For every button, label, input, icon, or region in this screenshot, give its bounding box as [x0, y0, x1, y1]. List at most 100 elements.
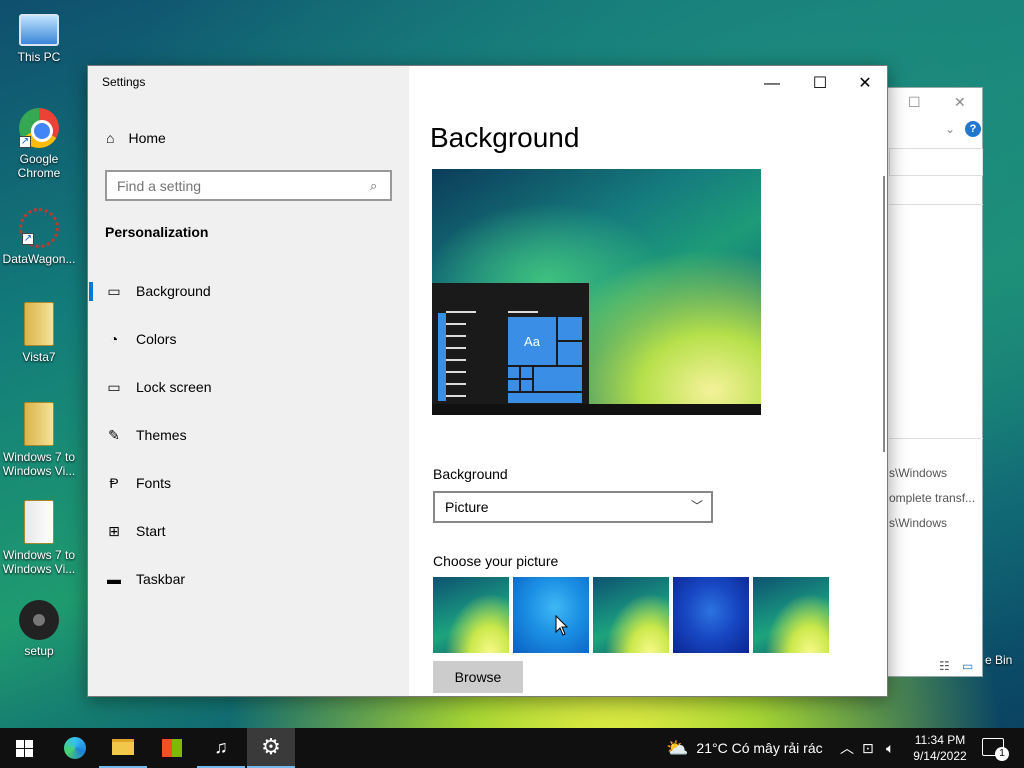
- picture-thumbnail[interactable]: [673, 577, 749, 653]
- setup-disc-icon: [19, 600, 59, 640]
- explorer-path-text: omplete transf...: [889, 491, 976, 505]
- desktop-icon-label: Windows 7 to Windows Vi...: [2, 548, 76, 576]
- desktop-icon-this-pc[interactable]: This PC: [0, 10, 78, 64]
- nav-item-taskbar[interactable]: ▬ Taskbar: [88, 561, 409, 597]
- computer-icon: [19, 14, 59, 46]
- picture-thumbnail[interactable]: [513, 577, 589, 653]
- background-preview: Aa: [432, 169, 761, 415]
- help-icon[interactable]: ?: [965, 121, 981, 137]
- page-title: Background: [430, 122, 580, 153]
- settings-window: Settings ⌂ Home ⌕ Personalization ▭ Back…: [87, 65, 888, 697]
- chrome-icon: ↗: [19, 108, 59, 148]
- clock-date: 9/14/2022: [913, 749, 967, 763]
- nav-item-themes[interactable]: ✎ Themes: [88, 417, 409, 453]
- settings-content-pane: — ☐ ✕ Background Aa Background Picture ﹀…: [409, 66, 887, 696]
- preview-start-menu: Aa: [432, 283, 589, 404]
- weather-widget[interactable]: ⛅ 21°C Có mây rải rác: [666, 728, 823, 768]
- file-explorer-taskbar-button[interactable]: [99, 728, 147, 768]
- settings-taskbar-button[interactable]: ⚙: [247, 728, 295, 768]
- close-button[interactable]: ✕: [842, 72, 888, 96]
- fonts-icon: Ᵽ: [109, 475, 119, 491]
- background-label: Background: [433, 466, 508, 482]
- nav-item-start[interactable]: ⊞ Start: [88, 513, 409, 549]
- volume-icon[interactable]: 🔈︎: [886, 728, 894, 768]
- nav-item-background[interactable]: ▭ Background: [88, 273, 409, 309]
- nav-item-label: Lock screen: [136, 379, 212, 395]
- picture-thumbnail[interactable]: [753, 577, 829, 653]
- taskbar: ♫ ⚙ ⛅ 21°C Có mây rải rác ︿ ⊡ 🔈︎ 11:34 P…: [0, 728, 1024, 768]
- edge-icon: [64, 737, 86, 759]
- start-button[interactable]: [0, 728, 48, 768]
- preview-taskbar: [432, 404, 761, 415]
- home-icon: ⌂: [106, 130, 115, 146]
- media-player-taskbar-button[interactable]: ♫: [197, 728, 245, 768]
- home-nav-item[interactable]: ⌂ Home: [106, 130, 166, 146]
- desktop-icon-label: DataWagon...: [2, 252, 76, 266]
- lock-screen-icon: ▭: [107, 378, 121, 395]
- datawagon-icon: ↗: [19, 208, 59, 248]
- maximize-icon[interactable]: ☐: [908, 94, 921, 111]
- desktop-icon-datawagon[interactable]: ↗ DataWagon...: [0, 208, 78, 266]
- divider: [889, 204, 983, 205]
- dropdown-value: Picture: [445, 499, 489, 515]
- network-icon[interactable]: ⊡: [862, 728, 874, 768]
- desktop-icon-windows7-folder[interactable]: Windows 7 to Windows Vi...: [0, 402, 78, 478]
- details-view-icon[interactable]: ☷: [939, 659, 950, 673]
- section-heading: Personalization: [105, 224, 209, 240]
- desktop-icon-label: Vista7: [22, 350, 56, 364]
- scrollbar[interactable]: [883, 176, 885, 452]
- start-icon: ⊞: [108, 522, 120, 539]
- chevron-up-icon: ︿: [840, 740, 854, 756]
- palette-icon: ◔: [109, 331, 119, 347]
- desktop-icon-chrome[interactable]: ↗ Google Chrome: [0, 108, 78, 180]
- divider: [889, 438, 983, 439]
- window-title: Settings: [102, 75, 146, 89]
- taskbar-icon: ▬: [107, 571, 121, 587]
- find-setting-input[interactable]: [105, 170, 392, 201]
- minimize-button[interactable]: —: [749, 72, 795, 96]
- preview-tile: Aa: [507, 316, 557, 366]
- explorer-search-field[interactable]: [889, 148, 983, 176]
- nav-item-fonts[interactable]: Ᵽ Fonts: [88, 465, 409, 501]
- store-icon: [162, 739, 182, 757]
- settings-nav-pane: Settings ⌂ Home ⌕ Personalization ▭ Back…: [88, 66, 409, 696]
- desktop-icon-vista7[interactable]: Vista7: [0, 302, 78, 364]
- gear-icon: ⚙: [261, 734, 281, 759]
- weather-text: 21°C Có mây rải rác: [696, 740, 823, 756]
- large-icons-view-icon[interactable]: ▭: [962, 659, 973, 673]
- browse-button[interactable]: Browse: [433, 661, 523, 693]
- edge-taskbar-button[interactable]: [51, 728, 99, 768]
- store-taskbar-button[interactable]: [148, 728, 196, 768]
- windows-logo-icon: [15, 739, 33, 757]
- nav-item-colors[interactable]: ◔ Colors: [88, 321, 409, 357]
- chevron-down-icon[interactable]: ⌄: [945, 122, 955, 136]
- choose-picture-label: Choose your picture: [433, 553, 559, 569]
- explorer-path-text: s\Windows: [889, 466, 948, 480]
- nav-item-label: Taskbar: [136, 571, 186, 587]
- nav-item-label: Themes: [136, 427, 187, 443]
- folder-icon: [24, 402, 54, 446]
- media-player-icon: ♫: [214, 736, 228, 757]
- show-hidden-icons-button[interactable]: ︿: [840, 728, 854, 768]
- explorer-path-text: s\Windows: [889, 516, 948, 530]
- home-label: Home: [128, 130, 166, 146]
- nav-item-label: Fonts: [136, 475, 172, 491]
- mouse-cursor-icon: [555, 615, 569, 636]
- picture-thumbnail[interactable]: [433, 577, 509, 653]
- clock-time: 11:34 PM: [914, 733, 966, 747]
- background-type-dropdown[interactable]: Picture ﹀: [433, 491, 713, 523]
- desktop-icon-label: Google Chrome: [17, 152, 61, 180]
- desktop-icon-windows7-doc[interactable]: Windows 7 to Windows Vi...: [0, 500, 78, 576]
- desktop-icon-label: This PC: [17, 50, 61, 64]
- folder-icon: [112, 739, 134, 755]
- themes-icon: ✎: [108, 426, 120, 443]
- notification-center-button[interactable]: 1: [982, 738, 1009, 761]
- nav-item-lock-screen[interactable]: ▭ Lock screen: [88, 369, 409, 405]
- close-icon[interactable]: ✕: [954, 94, 966, 111]
- recycle-bin-label[interactable]: e Bin: [985, 653, 1012, 667]
- picture-thumbnail[interactable]: [593, 577, 669, 653]
- maximize-button[interactable]: ☐: [797, 72, 843, 96]
- document-folder-icon: [24, 500, 54, 544]
- desktop-icon-setup[interactable]: setup: [0, 600, 78, 658]
- clock[interactable]: 11:34 PM 9/14/2022: [904, 732, 976, 764]
